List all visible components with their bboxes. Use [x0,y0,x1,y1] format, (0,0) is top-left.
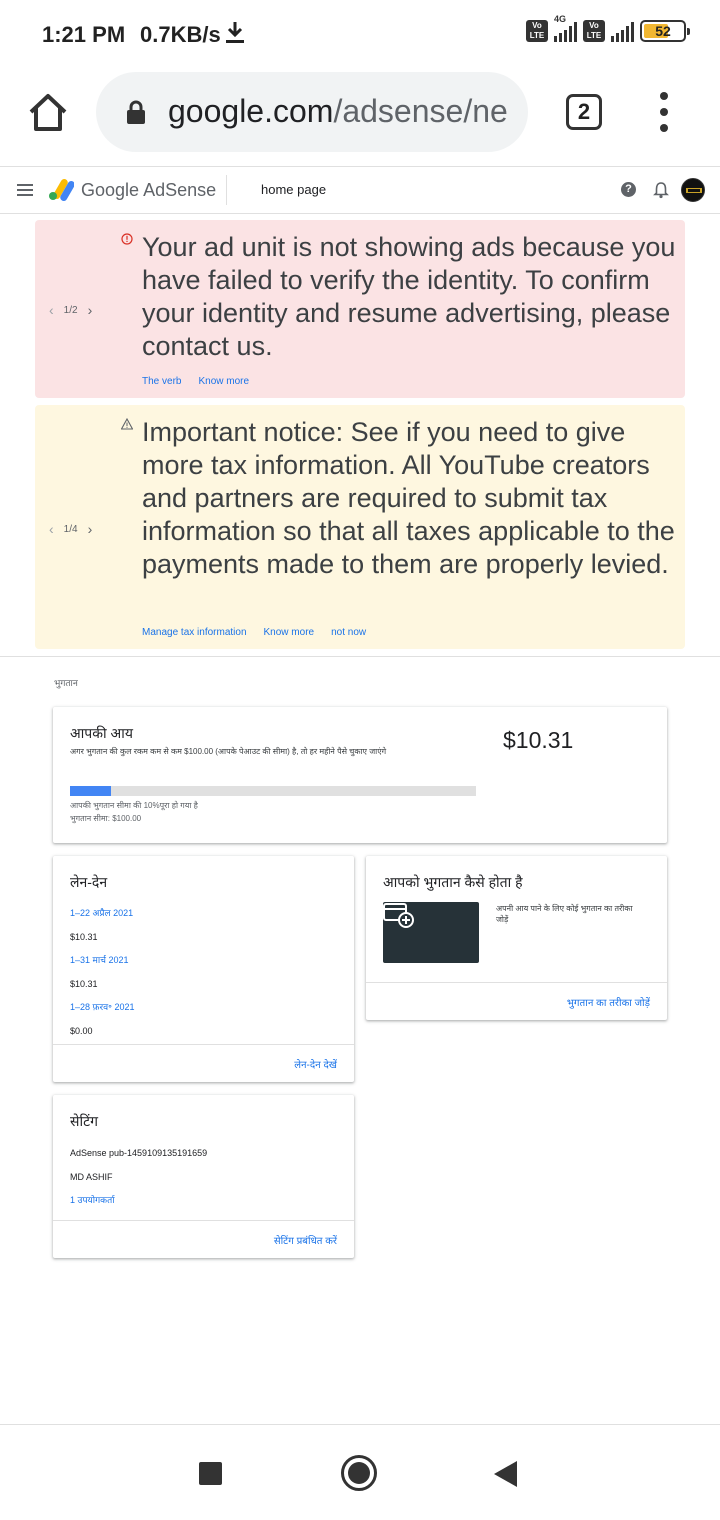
chevron-right-icon[interactable]: › [88,521,93,537]
card-footer: सेटिंग प्रबंधित करें [53,1220,354,1258]
status-time: 1:21 PM [42,22,126,47]
network-speed: 0.7KB/s [140,22,221,47]
account-avatar[interactable] [681,178,705,202]
earnings-subtitle: अगर भुगतान की कुल रकम कम से कम $100.00 (… [70,747,387,756]
signal-icon: 4G [554,14,577,42]
url-text: google.com/adsense/ne [168,93,508,130]
adsense-logo-icon [48,179,75,206]
home-circle-icon[interactable] [341,1455,377,1491]
threshold-note: भुगतान सीमा: $100.00 [70,814,142,823]
header-divider [226,175,227,205]
tab-switcher-button[interactable]: 2 [566,94,602,130]
brand-product: AdSense [143,180,217,200]
view-transactions-link[interactable]: लेन-देन देखें [294,1057,337,1071]
transaction-amount: $10.31 [70,931,98,942]
home-icon[interactable] [26,90,70,134]
earnings-amount: $10.31 [503,727,574,753]
section-label: भुगतान [54,678,78,688]
lock-icon [126,100,146,129]
transactions-list: 1–22 अप्रैल 2021 $10.31 1–31 मार्च 2021 … [70,907,135,1048]
payment-method-title: आपको भुगतान कैसे होता है [383,874,523,890]
signal-icon-2 [611,20,634,42]
page-title: home page [261,182,327,197]
alert-pager: ‹ 1/2 › [49,302,92,318]
alert-message: Your ad unit is not showing ads because … [142,232,676,361]
hamburger-menu-icon[interactable] [17,184,33,196]
alert-actions: Manage tax information Know more not now [142,627,366,638]
battery-level: 52 [655,23,671,39]
warning-icon [120,417,134,435]
manage-tax-link[interactable]: Manage tax information [142,627,247,638]
brand-google: Google [81,180,140,200]
download-icon [224,20,246,49]
section-divider [0,656,720,657]
transaction-period[interactable]: 1–31 मार्च 2021 [70,954,135,978]
card-footer: लेन-देन देखें [53,1044,354,1082]
not-now-link[interactable]: not now [331,627,366,638]
users-link[interactable]: 1 उपयोगकर्ता [70,1194,207,1218]
payment-illustration [383,902,479,963]
payment-method-description: अपनी आय पाने के लिए कोई भुगतान का तरीका … [496,904,633,924]
recent-apps-icon[interactable] [199,1462,222,1485]
payment-threshold-progress [70,786,476,796]
status-bar: 1:21 PM 0.7KB/s Vo LTE 4G Vo LTE 52 [0,0,720,70]
network-type: 4G [554,14,567,24]
url-path: /adsense/ne [333,93,508,129]
add-payment-method-link[interactable]: भुगतान का तरीका जोड़ें [567,995,650,1009]
transaction-period[interactable]: 1–22 अप्रैल 2021 [70,907,135,931]
account-name: MD ASHIF [70,1171,113,1182]
adsense-header: Google AdSense home page ? [0,166,720,214]
back-icon[interactable] [494,1461,517,1487]
publisher-id: AdSense pub-1459109135191659 [70,1148,208,1158]
browser-toolbar: google.com/adsense/ne 2 [0,70,720,166]
alert-page-indicator: 1/4 [63,523,78,535]
tax-notice-banner: ‹ 1/4 › Important notice: See if you nee… [35,405,685,649]
payment-method-card: आपको भुगतान कैसे होता है अपनी आय पाने के… [366,856,667,1020]
alert-pager: ‹ 1/4 › [49,521,92,537]
volte-icon: Vo LTE [526,20,548,42]
progress-fill [70,786,111,796]
know-more-link[interactable]: Know more [198,376,249,387]
transaction-amount: $10.31 [70,978,98,989]
chevron-left-icon[interactable]: ‹ [49,302,54,318]
address-bar[interactable]: google.com/adsense/ne [96,72,528,152]
progress-note: आपकी भुगतान सीमा की 10%पूरा हो गया है [70,801,198,810]
settings-list: AdSense pub-1459109135191659 MD ASHIF 1 … [70,1147,207,1218]
chevron-right-icon[interactable]: › [88,302,93,318]
chevron-left-icon[interactable]: ‹ [49,521,54,537]
card-footer: भुगतान का तरीका जोड़ें [366,982,667,1020]
volte-icon-2: Vo LTE [583,20,605,42]
alert-message: Important notice: See if you need to giv… [142,417,675,579]
know-more-link[interactable]: Know more [264,627,315,638]
earnings-title: आपकी आय [70,725,133,741]
more-menu-icon[interactable] [656,92,672,132]
alert-page-indicator: 1/2 [63,304,78,316]
settings-card: सेटिंग AdSense pub-1459109135191659 MD A… [53,1095,354,1258]
verify-link[interactable]: The verb [142,376,181,387]
brand-name: Google AdSense [81,180,216,201]
identity-alert-banner: ‹ 1/2 › Your ad unit is not showing ads … [35,220,685,398]
transaction-period[interactable]: 1–28 फ़रव॰ 2021 [70,1001,135,1025]
system-nav-bar [0,1424,720,1520]
battery-icon: 52 [640,20,690,42]
transactions-title: लेन-देन [70,874,108,890]
help-icon[interactable]: ? [621,182,636,197]
manage-settings-link[interactable]: सेटिंग प्रबंधित करें [274,1233,337,1247]
alert-actions: The verb Know more [142,376,249,387]
error-icon [121,232,133,250]
settings-title: सेटिंग [70,1113,99,1129]
notifications-icon[interactable] [653,181,669,204]
earnings-card: आपकी आय अगर भुगतान की कुल रकम कम से कम $… [53,707,667,843]
transactions-card: लेन-देन 1–22 अप्रैल 2021 $10.31 1–31 मार… [53,856,354,1082]
url-host: google.com [168,93,334,129]
